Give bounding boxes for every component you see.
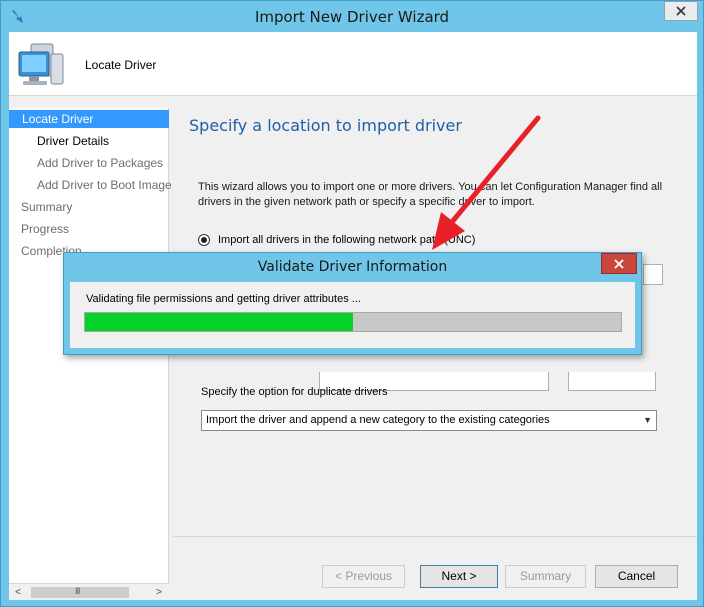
radio-selected-dot bbox=[201, 237, 207, 243]
radio-button[interactable] bbox=[198, 234, 210, 246]
radio-label: Import all drivers in the following netw… bbox=[218, 234, 476, 246]
chevron-down-icon: ▼ bbox=[643, 415, 652, 425]
nav-item-add-driver-to-packages[interactable]: Add Driver to Packages bbox=[37, 154, 163, 172]
progress-bar-fill bbox=[85, 313, 353, 331]
scrollbar-grip: III bbox=[75, 586, 80, 596]
close-icon bbox=[614, 258, 624, 269]
page-heading: Specify a location to import driver bbox=[189, 116, 462, 135]
cancel-button[interactable]: Cancel bbox=[595, 565, 678, 588]
second-field-partial[interactable] bbox=[568, 372, 656, 391]
scrollbar-thumb[interactable] bbox=[31, 587, 129, 598]
duplicate-option-value: Import the driver and append a new categ… bbox=[206, 414, 550, 426]
scroll-left-arrow-icon[interactable]: < bbox=[12, 586, 24, 599]
progress-bar bbox=[84, 312, 622, 332]
dialog-status-text: Validating file permissions and getting … bbox=[86, 293, 361, 305]
validate-driver-dialog: Validate Driver Information Validating f… bbox=[63, 252, 642, 355]
dialog-body: Validating file permissions and getting … bbox=[70, 282, 635, 348]
dialog-title: Validate Driver Information bbox=[257, 259, 448, 275]
previous-button[interactable]: < Previous bbox=[322, 565, 405, 588]
window-title: Import New Driver Wizard bbox=[254, 8, 450, 26]
nav-item-summary[interactable]: Summary bbox=[21, 198, 72, 216]
nav-item-locate-driver[interactable]: Locate Driver bbox=[9, 110, 169, 128]
nav-item-progress[interactable]: Progress bbox=[21, 220, 69, 238]
import-all-option[interactable]: Import all drivers in the following netw… bbox=[198, 234, 475, 246]
summary-button[interactable]: Summary bbox=[505, 565, 586, 588]
nav-item-add-driver-to-boot-image[interactable]: Add Driver to Boot Image bbox=[37, 176, 172, 194]
wizard-header: Locate Driver bbox=[9, 32, 697, 96]
browse-button-partial[interactable] bbox=[643, 264, 663, 285]
duplicate-option-select[interactable]: Import the driver and append a new categ… bbox=[201, 410, 657, 431]
computer-icon bbox=[18, 43, 64, 85]
nav-item-driver-details[interactable]: Driver Details bbox=[37, 132, 109, 150]
window-close-button[interactable] bbox=[664, 1, 698, 21]
description-text: This wizard allows you to import one or … bbox=[198, 181, 663, 208]
close-icon bbox=[676, 6, 686, 16]
duplicate-option-label: Specify the option for duplicate drivers bbox=[201, 386, 388, 398]
nav-horizontal-scrollbar[interactable]: < III > bbox=[9, 583, 169, 600]
dialog-close-button[interactable] bbox=[601, 253, 637, 274]
next-button[interactable]: Next > bbox=[420, 565, 498, 588]
scroll-right-arrow-icon[interactable]: > bbox=[153, 586, 165, 599]
header-title: Locate Driver bbox=[85, 58, 157, 72]
wizard-button-bar: < Previous Next > Summary Cancel bbox=[173, 536, 697, 600]
title-bar[interactable]: Import New Driver Wizard bbox=[1, 1, 703, 32]
